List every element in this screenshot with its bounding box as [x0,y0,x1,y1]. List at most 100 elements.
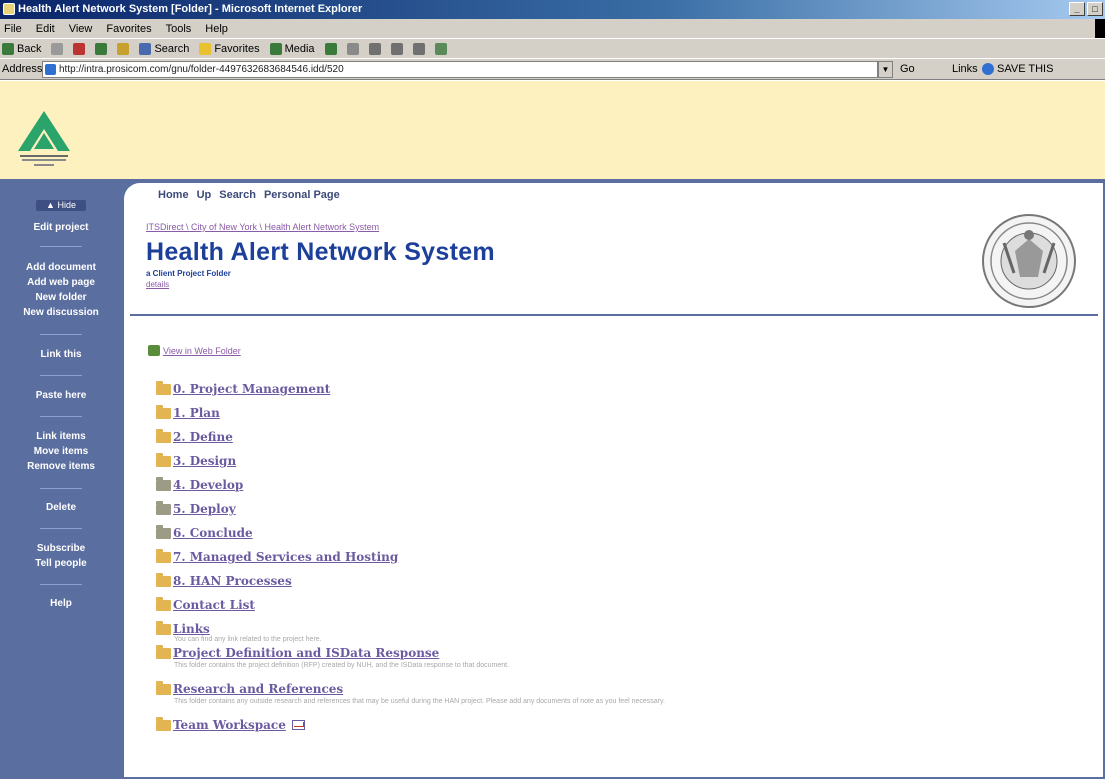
move-items-link[interactable]: Move items [0,446,122,457]
help-link[interactable]: Help [0,598,122,609]
sidebar-divider [40,584,82,585]
folder-description: This folder contains any outside researc… [174,698,665,705]
folder-icon [156,452,171,467]
discuss-button[interactable] [412,42,425,55]
edit-icon [390,42,403,55]
ie-throbber [1095,19,1105,38]
new-discussion-link[interactable]: New discussion [0,307,122,318]
search-icon [139,42,152,55]
folder-item[interactable]: 0. Project Management [156,380,330,396]
paste-here-link[interactable]: Paste here [0,390,122,401]
forward-arrow-icon [51,42,64,55]
folder-item[interactable]: 2. Define [156,428,233,444]
mail-button[interactable] [346,42,359,55]
delete-link[interactable]: Delete [0,502,122,513]
link-items-link[interactable]: Link items [0,431,122,442]
link-this-link[interactable]: Link this [0,349,122,360]
menu-favorites[interactable]: Favorites [106,23,151,35]
edit-project-link[interactable]: Edit project [0,222,122,233]
sidebar-divider [40,416,82,417]
web-folder-icon [148,345,160,356]
subscribe-link[interactable]: Subscribe [0,543,122,554]
window-title: Health Alert Network System [Folder] - M… [18,3,363,15]
folder-item[interactable]: 1. Plan [156,404,220,420]
refresh-icon [95,42,108,55]
history-button[interactable] [324,42,337,55]
folder-icon [156,548,171,563]
folder-item[interactable]: Links [156,620,210,636]
action-sidebar: ▲ Hide Edit project Add document Add web… [0,186,122,779]
add-web-page-link[interactable]: Add web page [0,277,122,288]
folder-icon [156,428,171,443]
menu-edit[interactable]: Edit [36,23,55,35]
nav-search[interactable]: Search [219,189,256,201]
favorites-button[interactable]: Favorites [199,42,260,55]
new-folder-link[interactable]: New folder [0,292,122,303]
sidebar-divider [40,334,82,335]
go-button[interactable]: Go [900,63,915,75]
folder-icon [156,500,171,515]
search-button[interactable]: Search [139,42,189,55]
minimize-button[interactable]: _ [1069,2,1085,16]
hide-sidebar-button[interactable]: ▲ Hide [36,200,86,211]
nav-personal-page[interactable]: Personal Page [264,189,340,201]
home-button[interactable] [117,42,130,55]
messenger-button[interactable] [434,42,447,55]
remove-items-link[interactable]: Remove items [0,461,122,472]
folder-icon [156,380,171,395]
details-link[interactable]: details [146,280,169,289]
folder-item[interactable]: Contact List [156,596,255,612]
refresh-button[interactable] [95,42,108,55]
menu-bar: File Edit View Favorites Tools Help [0,19,1105,38]
nav-home[interactable]: Home [158,189,189,201]
view-in-web-folder-link[interactable]: View in Web Folder [148,345,241,356]
top-navigation: Home Up Search Personal Page [158,189,340,201]
menu-file[interactable]: File [4,23,22,35]
folder-item[interactable]: 7. Managed Services and Hosting [156,548,398,564]
folder-item[interactable]: Team Workspace [156,716,305,732]
ie-app-icon [3,3,15,15]
nav-up[interactable]: Up [197,189,212,201]
folder-item[interactable]: 8. HAN Processes [156,572,292,588]
menu-tools[interactable]: Tools [166,23,192,35]
folder-item[interactable]: 6. Conclude [156,524,253,540]
mail-icon[interactable] [291,720,305,730]
edit-button[interactable] [390,42,403,55]
print-button[interactable] [368,42,381,55]
header-divider [130,314,1098,316]
tell-people-link[interactable]: Tell people [0,558,122,569]
menu-view[interactable]: View [69,23,93,35]
folder-icon [156,404,171,419]
address-dropdown-button[interactable]: ▼ [878,61,893,78]
folder-icon [156,644,171,659]
add-document-link[interactable]: Add document [0,262,122,273]
folder-item[interactable]: Research and References [156,680,343,696]
history-icon [324,42,337,55]
stop-button[interactable] [73,42,86,55]
save-this-link[interactable]: SAVE THIS [982,63,1053,75]
address-input[interactable]: http://intra.prosicom.com/gnu/folder-449… [42,61,878,78]
folder-icon [156,596,171,611]
ie-page-icon [982,63,994,75]
folder-item[interactable]: Project Definition and ISData Response [156,644,439,660]
media-button[interactable]: Media [269,42,315,55]
maximize-button[interactable]: □ [1087,2,1103,16]
sidebar-divider [40,528,82,529]
window-titlebar: Health Alert Network System [Folder] - M… [0,0,1105,19]
stop-icon [73,42,86,55]
back-button[interactable]: Back [2,42,41,55]
standard-toolbar: Back Search Favorites Media [0,38,1105,58]
links-button[interactable]: Links [952,63,978,75]
breadcrumb[interactable]: ITSDirect \ City of New York \ Health Al… [146,222,379,232]
folder-item[interactable]: 5. Deploy [156,500,236,516]
sidebar-divider [40,488,82,489]
forward-button[interactable] [51,42,64,55]
back-arrow-icon [2,42,14,55]
page-icon [45,64,56,75]
folder-item[interactable]: 3. Design [156,452,236,468]
site-banner [0,81,1105,179]
folder-item[interactable]: 4. Develop [156,476,243,492]
sidebar-divider [40,375,82,376]
folder-description: You can find any link related to the pro… [174,636,322,643]
menu-help[interactable]: Help [205,23,228,35]
